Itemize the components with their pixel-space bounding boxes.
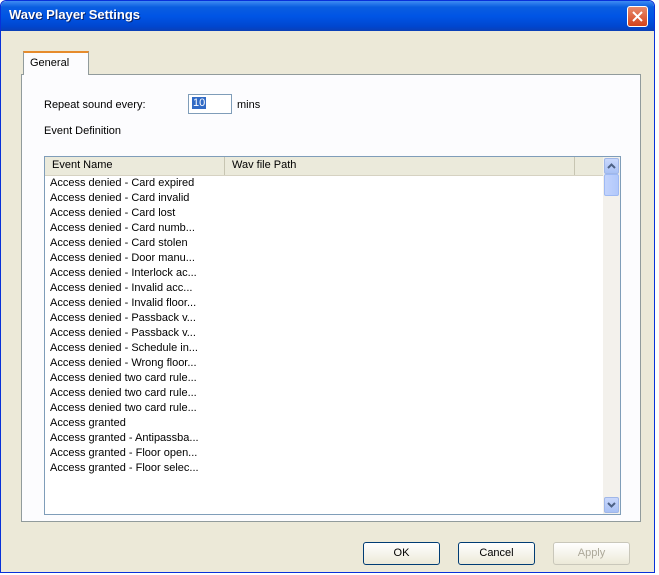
event-name-cell: Access granted - Floor open... (50, 447, 198, 459)
list-header: Event Name Wav file Path (45, 157, 605, 176)
window-title: Wave Player Settings (9, 7, 141, 22)
tab-general-label: General (30, 57, 70, 69)
list-item[interactable]: Access denied - Invalid floor... (45, 296, 217, 311)
event-name-cell: Access denied - Card lost (50, 207, 176, 219)
general-tab-panel: Repeat sound every: 10 mins Event Defini… (21, 74, 641, 522)
event-name-cell: Access denied - Card expired (50, 177, 195, 189)
arrow-up-icon (607, 163, 616, 169)
scroll-thumb[interactable] (604, 174, 619, 196)
list-item[interactable]: Access denied - Interlock ac... (45, 266, 217, 281)
close-icon (632, 11, 643, 22)
list-item[interactable]: Access denied - Card lost (45, 206, 217, 221)
list-item[interactable]: Access denied - Card stolen (45, 236, 217, 251)
list-item[interactable]: Access denied - Invalid acc... (45, 281, 217, 296)
event-name-cell: Access denied - Passback v... (50, 312, 196, 324)
list-item[interactable]: Access denied two card rule... (45, 401, 217, 416)
list-item[interactable]: Access granted - Floor selec... (45, 461, 217, 476)
event-name-cell: Access denied - Door manu... (50, 252, 195, 264)
list-item[interactable]: Access denied two card rule... (45, 371, 217, 386)
event-name-cell: Access denied - Card numb... (50, 222, 195, 234)
repeat-interval-input[interactable]: 10 (188, 94, 232, 114)
ok-button[interactable]: OK (363, 542, 440, 565)
list-item[interactable]: Access denied - Passback v... (45, 326, 217, 341)
event-name-cell: Access denied - Passback v... (50, 327, 196, 339)
list-item[interactable]: Access granted - Antipassba... (45, 431, 217, 446)
list-item[interactable]: Access denied two card rule... (45, 386, 217, 401)
event-name-cell: Access denied - Wrong floor... (50, 357, 197, 369)
event-name-cell: Access granted - Antipassba... (50, 432, 199, 444)
column-wav-path[interactable]: Wav file Path (225, 157, 575, 175)
event-name-cell: Access denied two card rule... (50, 387, 197, 399)
event-definition-label: Event Definition (44, 125, 122, 137)
list-item[interactable]: Access denied - Passback v... (45, 311, 217, 326)
event-name-cell: Access denied - Card invalid (50, 192, 190, 204)
vertical-scrollbar[interactable] (603, 157, 620, 514)
list-item[interactable]: Access granted - Floor open... (45, 446, 217, 461)
event-name-cell: Access denied two card rule... (50, 402, 197, 414)
apply-button[interactable]: Apply (553, 542, 630, 565)
column-event-name[interactable]: Event Name (45, 157, 225, 175)
arrow-down-icon (607, 502, 616, 508)
list-item[interactable]: Access denied - Card expired (45, 176, 217, 191)
column-filler (575, 157, 605, 175)
event-name-cell: Access denied - Interlock ac... (50, 267, 197, 279)
close-button[interactable] (627, 6, 648, 27)
mins-label: mins (237, 99, 261, 111)
settings-dialog: Wave Player Settings General Repeat soun… (0, 0, 655, 573)
list-rows: Access denied - Card expired Access denie… (45, 176, 605, 476)
scroll-up-button[interactable] (604, 158, 619, 174)
list-item[interactable]: Access denied - Door manu... (45, 251, 217, 266)
repeat-interval-value: 10 (192, 97, 207, 109)
list-item[interactable]: Access denied - Card invalid (45, 191, 217, 206)
scroll-down-button[interactable] (604, 497, 619, 513)
repeat-label: Repeat sound every: (44, 99, 146, 111)
event-name-cell: Access granted - Floor selec... (50, 462, 199, 474)
list-item[interactable]: Access denied - Wrong floor... (45, 356, 217, 371)
event-name-cell: Access denied - Card stolen (50, 237, 188, 249)
list-item[interactable]: Access denied - Schedule in... (45, 341, 217, 356)
event-name-cell: Access denied - Invalid floor... (50, 297, 197, 309)
cancel-button[interactable]: Cancel (458, 542, 535, 565)
event-name-cell: Access denied two card rule... (50, 372, 197, 384)
list-item[interactable]: Access granted (45, 416, 217, 431)
title-bar[interactable]: Wave Player Settings (1, 1, 654, 31)
tab-general[interactable]: General (23, 51, 89, 75)
event-name-cell: Access granted (50, 417, 126, 429)
event-name-cell: Access denied - Schedule in... (50, 342, 198, 354)
list-item[interactable]: Access denied - Card numb... (45, 221, 217, 236)
event-name-cell: Access denied - Invalid acc... (50, 282, 193, 294)
column-wav-path-label: Wav file Path (232, 159, 297, 171)
column-event-name-label: Event Name (52, 159, 113, 171)
event-list[interactable]: Event Name Wav file Path Access denied -… (44, 156, 621, 515)
